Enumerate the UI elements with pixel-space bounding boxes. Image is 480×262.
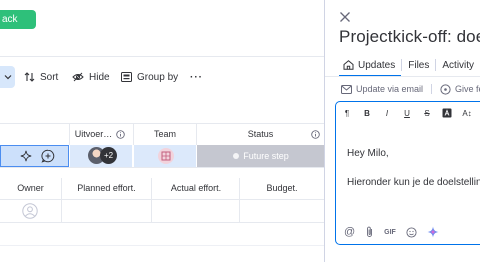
eye-off-icon [72,72,84,82]
formatting-toolbar: ¶ B I U S A↕ [336,102,480,125]
text-color-icon[interactable] [441,108,453,121]
ai-sparkle-icon[interactable] [427,226,439,238]
team-cell[interactable] [134,145,196,167]
group-by-button[interactable]: Group by [121,66,178,88]
text-color-swatch-icon [442,108,452,118]
gif-icon[interactable]: GIF [384,229,396,236]
editor-line: Hieronder kun je de doelstellin [347,177,480,188]
sort-button[interactable]: Sort [24,66,58,88]
hide-button[interactable]: Hide [72,66,110,88]
empty-avatar-icon[interactable] [22,203,38,219]
italic-icon[interactable]: I [381,108,393,119]
divider [0,167,324,168]
column-separator [133,124,134,145]
extra-people-badge: +2 [100,147,117,164]
add-update-icon[interactable] [41,149,55,163]
attach-icon[interactable] [365,226,374,238]
chat-icon [440,83,451,95]
group-by-icon [121,72,132,82]
update-via-email-label: Update via email [356,84,424,94]
subitem-header-budget[interactable]: Budget. [240,178,324,199]
tab-updates[interactable]: Updates [339,55,402,77]
info-icon[interactable] [116,130,125,139]
team-logo-icon [161,151,171,161]
divider [0,245,324,246]
underline-icon[interactable]: U [401,108,413,119]
owner-cell[interactable]: +2 [70,145,132,167]
chevron-down-icon [4,75,11,80]
board-toolbar: Sort Hide Group by ··· [0,66,324,88]
font-size-icon[interactable]: A↕ [461,108,473,119]
give-feedback-label: Give fee [455,84,480,94]
close-icon[interactable] [339,11,351,23]
strikethrough-icon[interactable]: S [421,108,433,119]
mail-icon [341,84,352,94]
column-separator [196,124,197,145]
home-icon [343,60,354,70]
item-title[interactable]: Projectkick-off: doe [339,27,480,47]
board-area: ack Sort Hide Group by ··· Uitvoer… Team… [0,0,324,262]
subitem-header-owner[interactable]: Owner [0,178,61,199]
column-header-team[interactable]: Team [134,124,196,145]
subitem-header-planned-effort[interactable]: Planned effort. [62,178,151,199]
editor-actions: @ GIF [344,225,439,239]
panel-tabs: Updates Files Activity [339,55,480,77]
paperclip-icon [367,226,373,237]
smiley-icon [406,226,417,238]
hide-label: Hide [89,71,110,83]
editor-line: Hey Milo, [347,148,389,159]
mention-icon[interactable]: @ [344,226,355,238]
column-header-status[interactable]: Status [197,124,324,145]
update-editor[interactable]: ¶ B I U S A↕ Hey Milo, Hieronder kun je … [335,101,480,245]
subitem-headers: Owner Planned effort. Actual effort. Bud… [0,178,324,222]
bold-icon[interactable]: B [361,108,373,119]
tabs-divider [325,76,480,77]
emoji-icon[interactable] [406,226,417,238]
column-separator [69,124,70,145]
subitem-header-actual-effort[interactable]: Actual effort. [152,178,240,199]
ai-star-icon [427,226,439,238]
tab-updates-label: Updates [358,59,396,71]
sort-icon [24,72,35,82]
subtab-separator [431,84,433,94]
more-options-button[interactable]: ··· [190,66,203,88]
column-header-status-label: Status [247,129,274,139]
status-cell[interactable]: Future step [197,145,324,167]
tab-activity[interactable]: Activity [436,55,480,75]
subitem-row[interactable] [0,200,324,222]
update-options: Update via email Give fee [341,82,480,96]
view-dropdown-button[interactable] [0,66,15,88]
editor-content[interactable]: Hey Milo, Hieronder kun je de doelstelli… [347,139,480,197]
update-via-email-button[interactable]: Update via email [341,82,423,96]
feedback-button[interactable]: ack [0,10,36,29]
column-headers: Uitvoer… Team Status [0,124,324,145]
info-icon[interactable] [311,130,320,139]
dot-icon [233,153,240,159]
give-feedback-button[interactable]: Give fee [440,82,480,96]
table-row[interactable]: +2 Future step [0,145,324,167]
item-name-cell[interactable] [0,145,69,167]
group-by-label: Group by [137,71,179,83]
column-header-owner[interactable]: Uitvoer… [70,124,130,145]
divider [0,222,324,223]
column-header-owner-label: Uitvoer… [74,129,113,139]
sort-label: Sort [40,71,59,83]
sparkle-icon[interactable] [20,150,32,162]
team-avatar [158,148,174,164]
item-detail-panel: Projectkick-off: doe Updates Files Activ… [324,0,480,262]
status-label: Future step [243,151,289,161]
paragraph-icon[interactable]: ¶ [341,108,353,119]
divider [0,56,324,57]
tab-files[interactable]: Files [402,55,435,75]
